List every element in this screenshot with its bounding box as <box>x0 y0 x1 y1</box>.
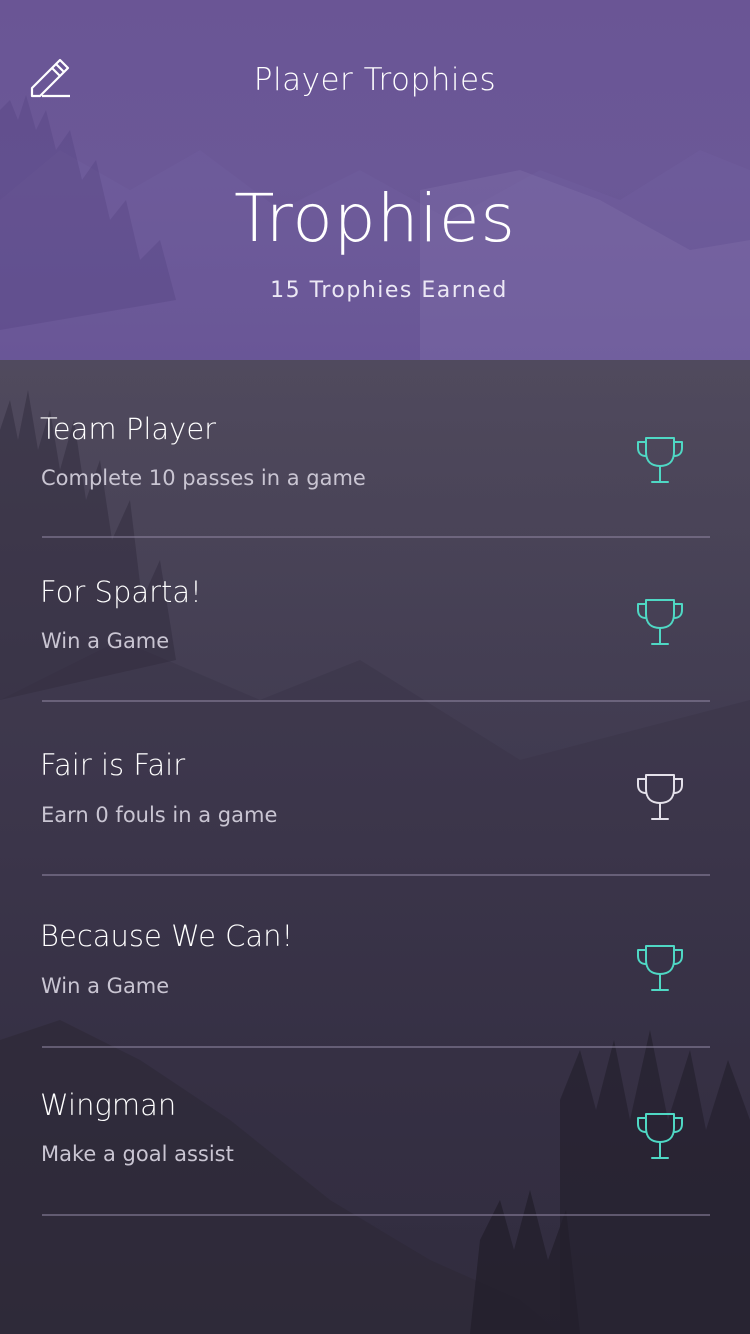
trophy-row-fair-is-fair[interactable]: Fair is Fair Earn 0 fouls in a game <box>0 700 750 876</box>
trophy-description: Win a Game <box>41 974 170 998</box>
trophy-title: For Sparta! <box>40 575 202 609</box>
trophy-icon <box>637 774 683 820</box>
trophy-description: Complete 10 passes in a game <box>41 466 366 490</box>
trophies-screen: Player Trophies Trophies 15 Trophies Ear… <box>0 0 750 1334</box>
row-divider <box>42 1214 710 1216</box>
trophy-icon <box>637 945 683 991</box>
trophy-title: Because We Can! <box>40 919 294 953</box>
trophy-row-wingman[interactable]: Wingman Make a goal assist <box>0 1046 750 1216</box>
trophy-description: Win a Game <box>41 629 170 653</box>
nav-title: Player Trophies <box>253 62 497 98</box>
trophy-description: Make a goal assist <box>41 1142 234 1166</box>
trophy-icon <box>637 1113 683 1159</box>
trophy-count: 15 Trophies Earned <box>270 278 508 303</box>
trophy-title: Wingman <box>40 1088 177 1122</box>
trophy-row-team-player[interactable]: Team Player Complete 10 passes in a game <box>0 360 750 538</box>
header: Player Trophies Trophies 15 Trophies Ear… <box>0 0 750 360</box>
trophy-description: Earn 0 fouls in a game <box>41 803 278 827</box>
page-title: Trophies <box>234 180 516 257</box>
trophy-row-for-sparta[interactable]: For Sparta! Win a Game <box>0 538 750 702</box>
trophy-icon <box>637 599 683 645</box>
trophy-icon <box>637 437 683 483</box>
trophy-title: Fair is Fair <box>40 748 186 782</box>
trophy-title: Team Player <box>40 412 217 446</box>
trophy-row-because-we-can[interactable]: Because We Can! Win a Game <box>0 874 750 1048</box>
